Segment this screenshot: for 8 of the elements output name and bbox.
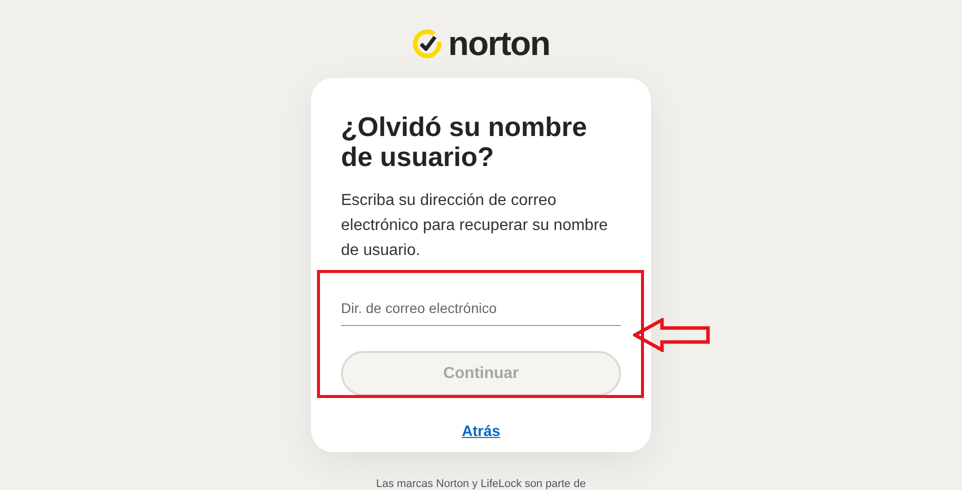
card-description: Escriba su dirección de correo electrónico para recuperar su nombre de usuario. bbox=[341, 191, 609, 261]
email-field[interactable]: Dir. de correo electrónico bbox=[341, 296, 621, 326]
back-link[interactable]: Atrás bbox=[462, 423, 500, 440]
footer-text: Las marcas Norton y LifeLock son parte de bbox=[376, 478, 586, 490]
checkmark-circle-icon bbox=[412, 29, 442, 59]
left-arrow-icon bbox=[633, 318, 711, 352]
card-title: ¿Olvidó su nombre de usuario? bbox=[341, 112, 588, 172]
brand-name: norton bbox=[448, 27, 550, 61]
